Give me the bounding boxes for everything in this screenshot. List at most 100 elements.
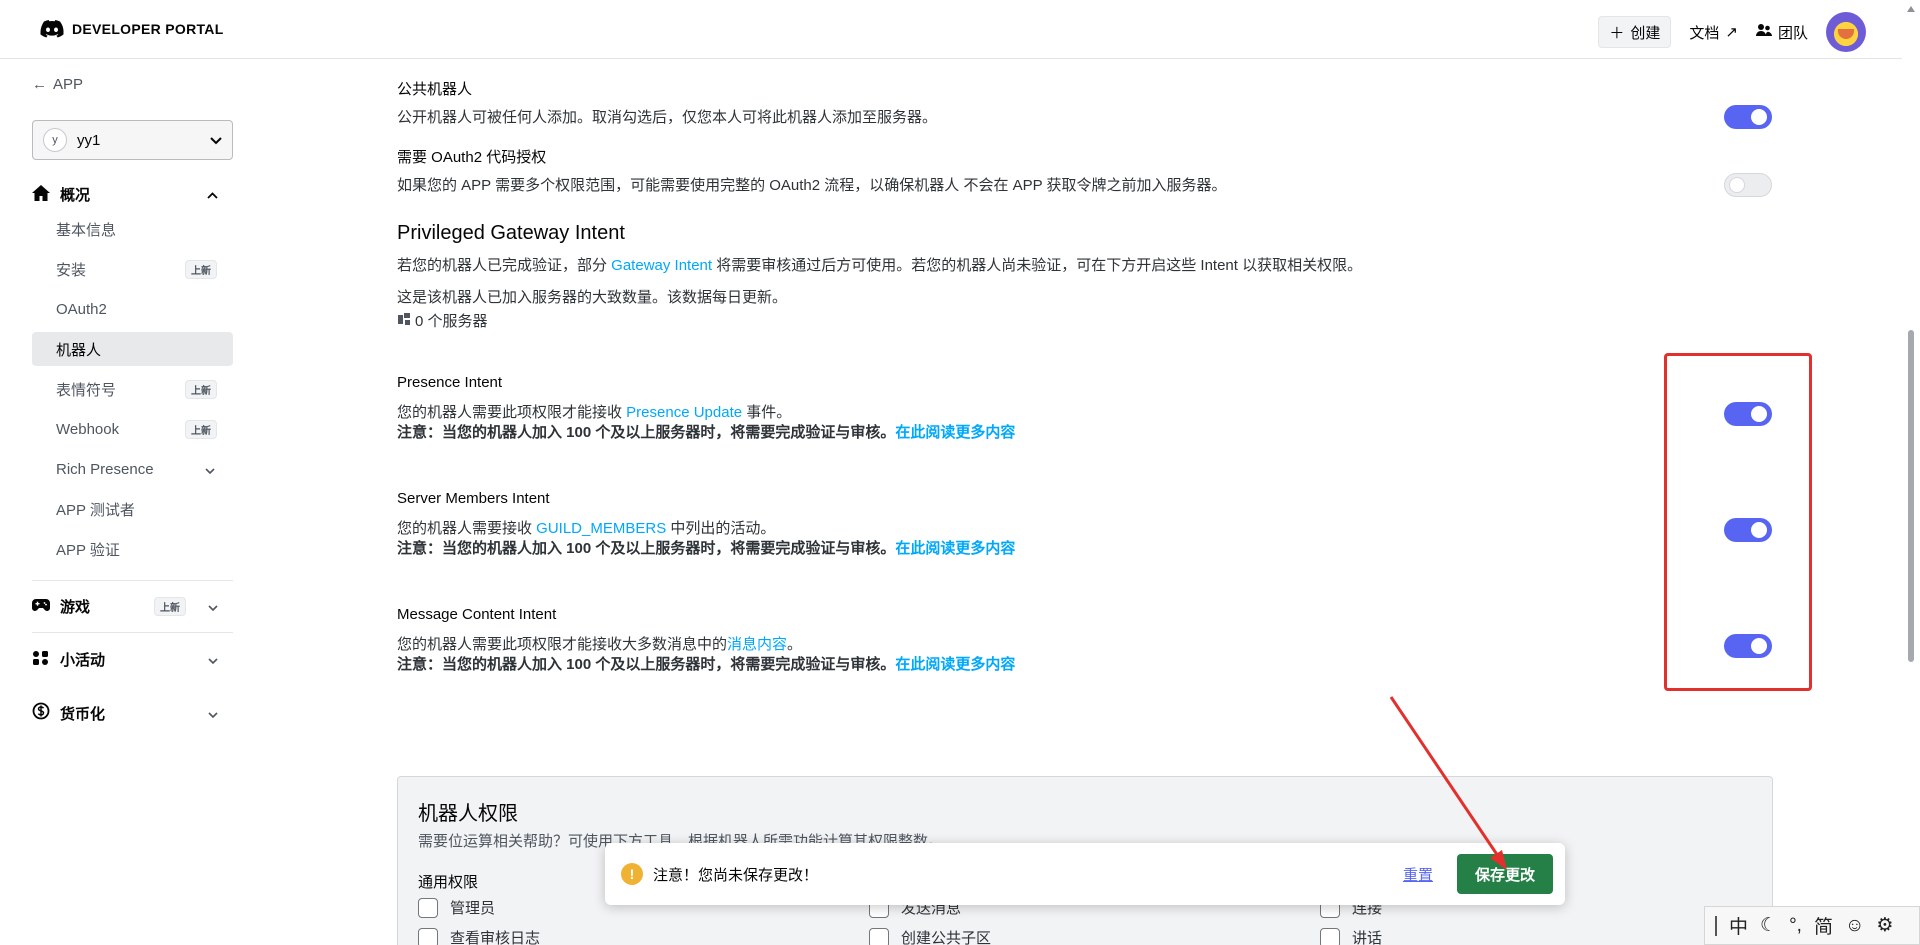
desc-text: 若您的机器人已完成验证，部分 <box>397 257 612 274</box>
oauth2-grant-toggle[interactable] <box>1724 173 1772 197</box>
ime-mode[interactable]: 中 <box>1729 912 1748 939</box>
nav-section-overview[interactable]: 概况 <box>32 184 232 205</box>
chevron-up-icon <box>207 186 218 203</box>
checkbox[interactable] <box>418 897 438 918</box>
sidebar-item-oauth2[interactable]: OAuth2 <box>32 292 233 326</box>
ime-punctuation[interactable]: °, <box>1789 915 1802 937</box>
sidebar-item-label: 基本信息 <box>56 221 117 239</box>
ime-handle[interactable] <box>1715 915 1717 936</box>
sidebar-item-installation[interactable]: 安装 上新 <box>32 252 233 286</box>
read-more-link[interactable]: 在此阅读更多内容 <box>895 540 1015 557</box>
sidebar-item-label: Rich Presence <box>56 460 154 478</box>
scrollbar-thumb[interactable] <box>1908 330 1914 662</box>
moon-icon[interactable]: ☾ <box>1760 914 1777 937</box>
back-to-apps-link[interactable]: ← APP <box>32 76 83 93</box>
gateway-intent-link[interactable]: Gateway Intent <box>611 257 712 274</box>
new-badge: 上新 <box>185 259 217 279</box>
public-bot-toggle[interactable] <box>1724 105 1772 129</box>
server-count-value: 0 个服务器 <box>415 313 488 330</box>
top-bar: DEVELOPER PORTAL ＋ 创建 文档 ↗ 团队 <box>0 0 1920 59</box>
team-label: 团队 <box>1777 24 1808 42</box>
docs-link[interactable]: 文档 ↗ <box>1689 22 1738 43</box>
toggle-knob <box>1751 109 1767 125</box>
sidebar-item-emojis[interactable]: 表情符号 上新 <box>32 372 233 406</box>
team-link[interactable]: 团队 <box>1755 22 1808 43</box>
nav-section-monetization[interactable]: 货币化 <box>32 702 232 724</box>
activities-label: 小活动 <box>60 652 106 669</box>
desc-text: 您的机器人需要接收 <box>397 520 537 537</box>
permission-speak[interactable]: 讲话 <box>1320 927 1382 945</box>
sidebar-divider <box>32 580 233 581</box>
checkbox[interactable] <box>1320 927 1340 945</box>
privileged-intents-heading: Privileged Gateway Intent <box>397 222 625 244</box>
sidebar-item-label: 机器人 <box>56 341 102 359</box>
app-avatar: y <box>43 128 67 152</box>
user-avatar[interactable] <box>1826 12 1866 52</box>
desc-text: 将需要审核通过后方可使用。若您的机器人尚未验证，可在下方开启这些 Intent … <box>712 257 1363 274</box>
chevron-down-icon <box>208 705 218 722</box>
sidebar-item-bot[interactable]: 机器人 <box>32 332 233 366</box>
logo-text: DEVELOPER PORTAL <box>72 21 224 37</box>
nav-section-games[interactable]: 游戏 上新 <box>32 596 232 617</box>
privileged-intents-desc: 若您的机器人已完成验证，部分 Gateway Intent 将需要审核通过后方可… <box>397 254 1362 275</box>
desc-text: 。 <box>787 636 803 653</box>
app-select[interactable]: y yy1 <box>32 120 233 160</box>
page-scrollbar[interactable] <box>1902 0 1920 945</box>
desc-text: 您的机器人需要此项权限才能接收大多数消息中的 <box>397 636 728 653</box>
permission-administrator[interactable]: 管理员 <box>418 897 495 918</box>
oauth2-grant-desc: 如果您的 APP 需要多个权限范围，可能需要使用完整的 OAuth2 流程，以确… <box>397 177 1227 194</box>
reset-button[interactable]: 重置 <box>1403 864 1433 885</box>
ime-toolbar: 中 ☾ °, 简 ☺ ⚙ <box>1704 906 1920 945</box>
sidebar-item-app-verification[interactable]: APP 验证 <box>32 532 233 566</box>
guild-members-link[interactable]: GUILD_MEMBERS <box>536 520 666 537</box>
presence-update-link[interactable]: Presence Update <box>626 404 742 421</box>
server-members-intent-title: Server Members Intent <box>397 490 550 507</box>
servers-icon <box>397 312 411 330</box>
discord-logo-icon <box>40 20 64 38</box>
ime-script[interactable]: 简 <box>1814 912 1833 939</box>
note-text: 注意：当您的机器人加入 100 个及以上服务器时，将需要完成验证与审核。 <box>397 424 896 441</box>
desc-text: 您的机器人需要此项权限才能接收 <box>397 404 627 421</box>
permission-label: 讲话 <box>1352 930 1383 945</box>
monetization-icon <box>32 702 50 724</box>
chevron-down-icon <box>210 132 222 149</box>
permission-view-audit-log[interactable]: 查看审核日志 <box>418 927 540 945</box>
chevron-down-icon <box>205 461 215 478</box>
nav-section-activities[interactable]: 小活动 <box>32 649 232 670</box>
home-icon <box>32 184 50 205</box>
message-content-intent-desc: 您的机器人需要此项权限才能接收大多数消息中的消息内容。 <box>397 633 802 654</box>
note-text: 注意：当您的机器人加入 100 个及以上服务器时，将需要完成验证与审核。 <box>397 540 896 557</box>
message-content-link[interactable]: 消息内容 <box>727 636 787 653</box>
scroll-up-arrow-icon[interactable] <box>1907 6 1915 12</box>
games-label: 游戏 <box>60 599 91 616</box>
note-text: 注意：当您的机器人加入 100 个及以上服务器时，将需要完成验证与审核。 <box>397 656 896 673</box>
read-more-link[interactable]: 在此阅读更多内容 <box>895 656 1015 673</box>
toggle-knob <box>1729 177 1745 193</box>
permission-create-public-threads[interactable]: 创建公共子区 <box>869 927 991 945</box>
checkbox[interactable] <box>869 927 889 945</box>
presence-intent-desc: 您的机器人需要此项权限才能接收 Presence Update 事件。 <box>397 401 791 422</box>
gear-icon[interactable]: ⚙ <box>1876 914 1893 937</box>
sidebar-item-rich-presence[interactable]: Rich Presence <box>32 452 233 486</box>
presence-intent-title: Presence Intent <box>397 374 503 391</box>
sidebar-item-label: 安装 <box>56 261 87 279</box>
read-more-link[interactable]: 在此阅读更多内容 <box>895 424 1015 441</box>
permissions-title: 机器人权限 <box>418 803 518 825</box>
save-changes-button[interactable]: 保存更改 <box>1456 854 1553 894</box>
sidebar-item-general-info[interactable]: 基本信息 <box>32 212 233 246</box>
emoji-icon[interactable]: ☺ <box>1845 915 1864 937</box>
monetization-label: 货币化 <box>60 705 106 723</box>
unsaved-message: 注意！您尚未保存更改！ <box>653 866 819 884</box>
sidebar-item-app-testers[interactable]: APP 测试者 <box>32 492 233 526</box>
back-label: APP <box>53 76 84 93</box>
desc-text: 中列出的活动。 <box>666 520 776 537</box>
permission-label: 管理员 <box>450 900 496 917</box>
new-badge: 上新 <box>185 379 217 399</box>
sidebar-item-label: 表情符号 <box>56 381 117 399</box>
checkbox[interactable] <box>418 927 438 945</box>
developer-portal-logo[interactable]: DEVELOPER PORTAL <box>40 20 224 38</box>
sidebar-item-webhook[interactable]: Webhook 上新 <box>32 412 233 446</box>
create-button[interactable]: ＋ 创建 <box>1598 16 1672 48</box>
overview-label: 概况 <box>60 187 91 204</box>
sidebar-item-label: OAuth2 <box>56 300 107 318</box>
